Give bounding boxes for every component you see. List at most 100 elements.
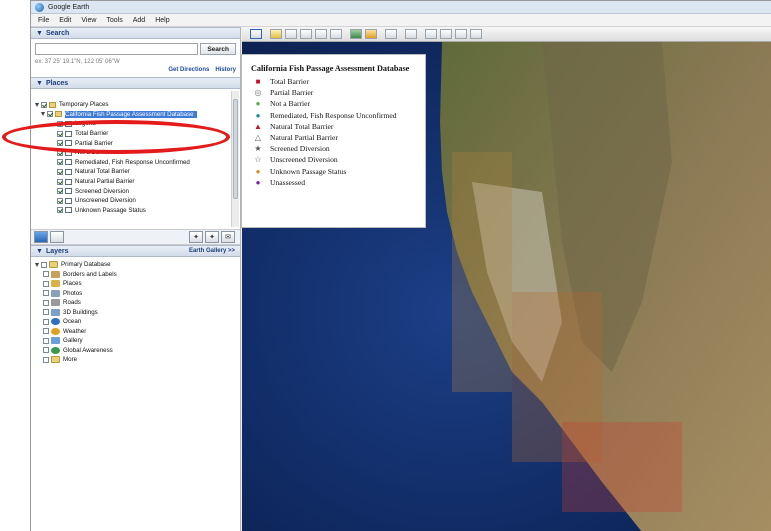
layer-places[interactable]: Places [35,279,240,289]
image-overlay-icon[interactable] [315,29,327,39]
layer-ocean[interactable]: Ocean [35,317,240,327]
record-tour-icon[interactable] [330,29,342,39]
layer-label: Weather [63,327,87,335]
get-directions-link[interactable]: Get Directions [168,67,209,73]
checkbox[interactable] [43,271,49,278]
checkbox[interactable] [43,337,49,344]
checkbox[interactable] [57,178,63,185]
tree-item-label: Natural Total Barrier [75,168,130,176]
search-button[interactable]: Search [200,43,236,55]
expand-icon[interactable] [41,112,45,117]
view-in-maps-icon[interactable] [470,29,482,39]
sunlight-icon[interactable] [365,29,377,39]
layer-icon [65,188,72,195]
tree-item-unknown-passage[interactable]: Unknown Passage Status [35,206,240,216]
folder-icon [49,101,56,108]
checkbox[interactable] [57,188,63,195]
search-panel-header[interactable]: ▼ Search [31,27,240,39]
checkbox[interactable] [43,318,49,325]
layer-more[interactable]: More [35,355,240,365]
placemark-icon[interactable] [270,29,282,39]
screened-diversion-icon: ★ [254,144,262,154]
menu-help[interactable]: Help [150,17,174,24]
layer-primary-database[interactable]: Primary Database [35,260,240,270]
tree-item-unscreened-diversion[interactable]: Unscreened Diversion [35,196,240,206]
layer-label: Places [63,280,82,288]
save-image-icon[interactable] [455,29,467,39]
checkbox[interactable] [57,159,63,166]
layers-panel-header[interactable]: ▼ Layers Earth Gallery >> [31,245,240,257]
tree-item-temporary-places[interactable]: Temporary Places [35,100,240,110]
scrollbar-thumb[interactable] [233,99,238,199]
window-title: Google Earth [48,3,90,11]
menu-add[interactable]: Add [128,17,150,24]
legend-item: ★ Screened Diversion [251,143,418,154]
checkbox[interactable] [47,111,53,118]
photo-icon [51,289,60,297]
layer-roads[interactable]: Roads [35,298,240,308]
checkbox[interactable] [43,328,49,335]
globe-icon [51,346,60,354]
move-up-icon[interactable]: ✦ [189,231,203,243]
checkbox[interactable] [43,280,49,287]
legend-label: Natural Total Barrier [270,121,334,131]
places-panel-header[interactable]: ▼ Places [31,77,240,89]
layer-weather[interactable]: Weather [35,327,240,337]
historical-imagery-icon[interactable] [350,29,362,39]
layer-borders-labels[interactable]: Borders and Labels [35,270,240,280]
layer-global-awareness[interactable]: Global Awareness [35,346,240,356]
layers-header-label: Layers [45,247,69,255]
search-places-icon[interactable] [34,231,48,243]
tree-item-fish-passage-db[interactable]: California Fish Passage Assessment Datab… [35,110,240,120]
history-link[interactable]: History [215,67,236,73]
checkbox[interactable] [57,197,63,204]
natural-partial-barrier-icon: △ [254,133,262,143]
expand-icon[interactable] [35,262,39,267]
checkbox[interactable] [43,347,49,354]
email-icon[interactable]: ✉ [221,231,235,243]
move-down-icon[interactable]: ✦ [205,231,219,243]
layer-3d-buildings[interactable]: 3D Buildings [35,308,240,318]
checkbox[interactable] [41,101,47,108]
checkbox[interactable] [43,299,49,306]
earth-gallery-button[interactable]: Earth Gallery >> [189,248,235,254]
menu-file[interactable]: File [33,17,54,24]
layer-photos[interactable]: Photos [35,289,240,299]
search-input[interactable] [35,43,199,55]
places-scrollbar[interactable] [231,91,239,227]
map-toolbar [242,27,771,42]
tree-item-label: California Fish Passage Assessment Datab… [65,110,197,118]
menu-tools[interactable]: Tools [101,17,127,24]
tree-item-screened-diversion[interactable]: Screened Diversion [35,186,240,196]
checkbox[interactable] [43,356,49,363]
layer-gallery[interactable]: Gallery [35,336,240,346]
checkbox[interactable] [57,207,63,214]
tree-item-remediated[interactable]: Remediated, Fish Response Unconfirmed [35,158,240,168]
sidebar-toggle-icon[interactable] [250,29,262,39]
legend-label: Not a Barrier [270,99,311,109]
checkbox[interactable] [57,168,63,175]
checkbox[interactable] [41,261,47,268]
menu-edit[interactable]: Edit [54,17,76,24]
menu-bar: File Edit View Tools Add Help [31,14,771,27]
legend-label: Screened Diversion [270,144,330,154]
polygon-icon[interactable] [285,29,297,39]
checkbox[interactable] [43,309,49,316]
layer-icon [65,168,72,175]
email-icon[interactable] [425,29,437,39]
path-icon[interactable] [300,29,312,39]
legend-label: Remediated, Fish Response Unconfirmed [270,110,397,120]
tree-item-natural-partial-barrier[interactable]: Natural Partial Barrier [35,177,240,187]
legend-label: Natural Partial Barrier [270,133,338,143]
menu-view[interactable]: View [76,17,101,24]
panel-toggle-icon[interactable] [50,231,64,243]
ruler-icon[interactable] [405,29,417,39]
tree-item-natural-total-barrier[interactable]: Natural Total Barrier [35,167,240,177]
checkbox[interactable] [43,290,49,297]
expand-icon[interactable] [35,102,39,107]
tree-item-label: Temporary Places [59,101,109,109]
planets-icon[interactable] [385,29,397,39]
legend-item: ◎ Partial Barrier [251,87,418,98]
legend-label: Unassessed [270,177,306,187]
print-icon[interactable] [440,29,452,39]
